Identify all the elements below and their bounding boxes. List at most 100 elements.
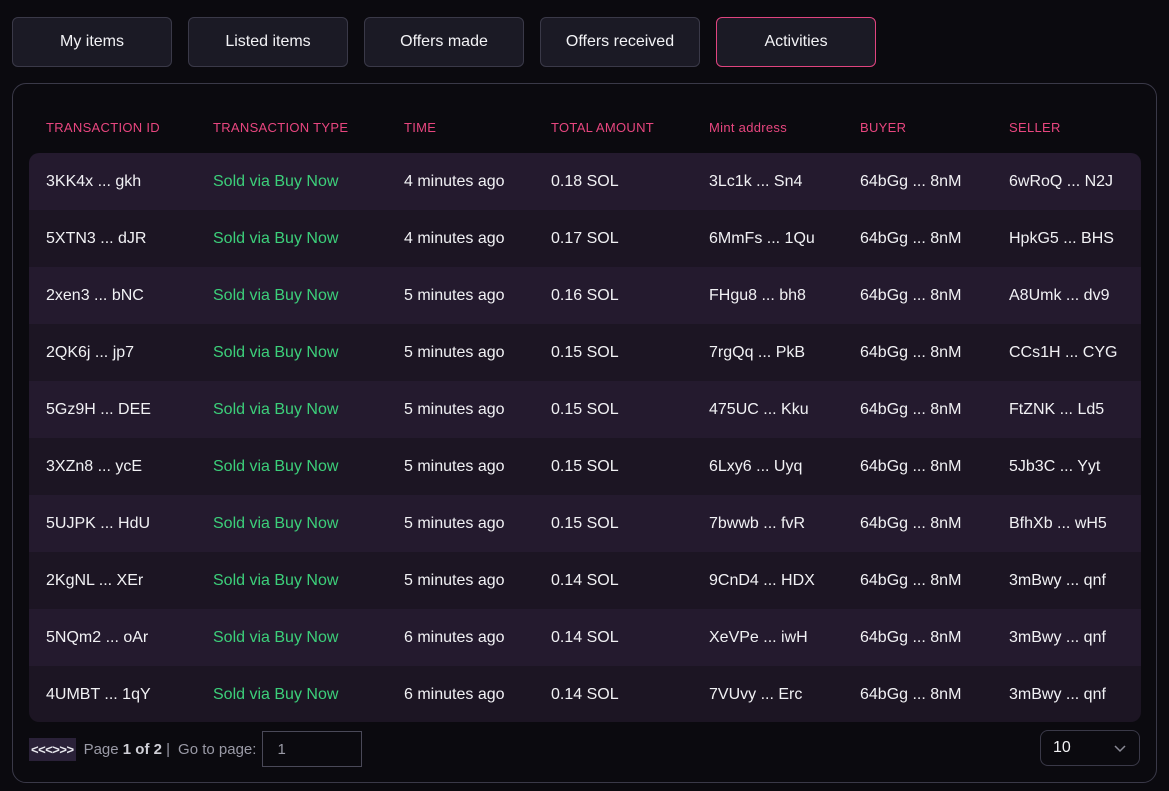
table-row[interactable]: 5UJPK ... HdU Sold via Buy Now 5 minutes a… <box>29 495 1141 552</box>
tab-offers-made[interactable]: Offers made <box>364 17 524 67</box>
time-cell: 4 minutes ago <box>404 172 505 190</box>
buyer-cell: 64bGg ... 8nM <box>860 400 962 418</box>
page-status: Page 1 of 2 | <box>84 741 170 758</box>
page-size-value: 10 <box>1053 739 1071 756</box>
seller-cell: CCs1H ... CYG <box>1009 343 1118 361</box>
transaction-type-cell: Sold via Buy Now <box>213 514 339 532</box>
total-amount-cell: 0.15 SOL <box>551 457 619 475</box>
transaction-id-cell: 3KK4x ... gkh <box>46 172 142 190</box>
transaction-id-cell: 5NQm2 ... oAr <box>46 628 149 646</box>
transaction-type-cell: Sold via Buy Now <box>213 685 339 703</box>
total-amount-cell: 0.14 SOL <box>551 628 619 646</box>
seller-cell: BfhXb ... wH5 <box>1009 514 1107 532</box>
page-size-select[interactable]: 10 <box>1040 730 1140 766</box>
table-row[interactable]: 5NQm2 ... oAr Sold via Buy Now 6 minutes a… <box>29 609 1141 666</box>
mint-address-cell: 7VUvy ... Erc <box>709 685 803 703</box>
chevron-down-icon <box>1114 745 1126 753</box>
goto-page-input[interactable] <box>262 731 363 767</box>
mint-address-cell: 3Lc1k ... Sn4 <box>709 172 803 190</box>
total-amount-cell: 0.15 SOL <box>551 343 619 361</box>
seller-cell: 5Jb3C ... Yyt <box>1009 457 1101 475</box>
transaction-type-cell: Sold via Buy Now <box>213 229 339 247</box>
transaction-id-cell: 3XZn8 ... ycE <box>46 457 143 475</box>
transaction-id-cell: 5UJPK ... HdU <box>46 514 151 532</box>
mint-address-cell: 475UC ... Kku <box>709 400 809 418</box>
total-amount-cell: 0.18 SOL <box>551 172 619 190</box>
seller-cell: 3mBwy ... qnf <box>1009 685 1106 703</box>
buyer-cell: 64bGg ... 8nM <box>860 457 962 475</box>
time-cell: 6 minutes ago <box>404 685 505 703</box>
tab-offers-received[interactable]: Offers received <box>540 17 700 67</box>
buyer-cell: 64bGg ... 8nM <box>860 685 962 703</box>
tab-my-items[interactable]: My items <box>12 17 172 67</box>
table-body: 3KK4x ... gkh Sold via Buy Now 4 minutes a… <box>29 153 1141 722</box>
total-amount-cell: 0.16 SOL <box>551 286 619 304</box>
tab-activities[interactable]: Activities <box>716 17 876 67</box>
total-amount-cell: 0.17 SOL <box>551 229 619 247</box>
transaction-type-cell: Sold via Buy Now <box>213 400 339 418</box>
transaction-id-cell: 5Gz9H ... DEE <box>46 400 151 418</box>
col-time-header: TIME <box>404 120 437 135</box>
seller-cell: 6wRoQ ... N2J <box>1009 172 1114 190</box>
seller-cell: 3mBwy ... qnf <box>1009 571 1106 589</box>
total-amount-cell: 0.14 SOL <box>551 685 619 703</box>
page-separator: | <box>166 740 171 758</box>
total-amount-cell: 0.15 SOL <box>551 400 619 418</box>
next-page-button[interactable]: > <box>52 742 60 757</box>
time-cell: 4 minutes ago <box>404 229 505 247</box>
seller-cell: FtZNK ... Ld5 <box>1009 400 1105 418</box>
buyer-cell: 64bGg ... 8nM <box>860 286 962 304</box>
activities-panel: TRANSACTION ID TRANSACTION TYPE TIME TOTAL … <box>12 83 1157 783</box>
transaction-type-cell: Sold via Buy Now <box>213 571 339 589</box>
goto-label: Go to page: <box>178 740 257 758</box>
tab-bar: My items Listed items Offers made Offers re… <box>12 17 876 67</box>
table-row[interactable]: 3XZn8 ... ycE Sold via Buy Now 5 minutes a… <box>29 438 1141 495</box>
table-row[interactable]: 2KgNL ... XEr Sold via Buy Now 5 minutes a… <box>29 552 1141 609</box>
transaction-id-cell: 5XTN3 ... dJR <box>46 229 147 247</box>
table-row[interactable]: 2QK6j ... jp7 Sold via Buy Now 5 minutes a… <box>29 324 1141 381</box>
total-amount-cell: 0.14 SOL <box>551 571 619 589</box>
transaction-id-cell: 2KgNL ... XEr <box>46 571 144 589</box>
transaction-type-cell: Sold via Buy Now <box>213 286 339 304</box>
buyer-cell: 64bGg ... 8nM <box>860 229 962 247</box>
mint-address-cell: XeVPe ... iwH <box>709 628 808 646</box>
table-row[interactable]: 5Gz9H ... DEE Sold via Buy Now 5 minutes a… <box>29 381 1141 438</box>
page-number: 1 of 2 <box>122 740 162 758</box>
seller-cell: 3mBwy ... qnf <box>1009 628 1106 646</box>
seller-cell: HpkG5 ... BHS <box>1009 229 1114 247</box>
buyer-cell: 64bGg ... 8nM <box>860 172 962 190</box>
table-row[interactable]: 3KK4x ... gkh Sold via Buy Now 4 minutes a… <box>29 153 1141 210</box>
mint-address-cell: 7bwwb ... fvR <box>709 514 806 532</box>
col-transaction-type-header: TRANSACTION TYPE <box>213 120 349 135</box>
prev-page-button[interactable]: < <box>45 742 53 757</box>
transaction-type-cell: Sold via Buy Now <box>213 628 339 646</box>
mint-address-cell: 7rgQq ... PkB <box>709 343 806 361</box>
seller-cell: A8Umk ... dv9 <box>1009 286 1110 304</box>
transaction-id-cell: 4UMBT ... 1qY <box>46 685 151 703</box>
transaction-id-cell: 2xen3 ... bNC <box>46 286 144 304</box>
time-cell: 5 minutes ago <box>404 571 505 589</box>
mint-address-cell: 9CnD4 ... HDX <box>709 571 815 589</box>
time-cell: 5 minutes ago <box>404 343 505 361</box>
time-cell: 5 minutes ago <box>404 514 505 532</box>
transaction-type-cell: Sold via Buy Now <box>213 172 339 190</box>
time-cell: 5 minutes ago <box>404 457 505 475</box>
col-transaction-id-header: TRANSACTION ID <box>46 120 160 135</box>
table-row[interactable]: 4UMBT ... 1qY Sold via Buy Now 6 minutes a… <box>29 666 1141 722</box>
first-page-button[interactable]: << <box>31 742 46 757</box>
table-header: TRANSACTION ID TRANSACTION TYPE TIME TOTAL … <box>13 84 1156 154</box>
tab-listed-items[interactable]: Listed items <box>188 17 348 67</box>
pagination: << < > >> Page 1 of 2 | Go to page: <box>29 731 363 767</box>
table-row[interactable]: 2xen3 ... bNC Sold via Buy Now 5 minutes a… <box>29 267 1141 324</box>
buyer-cell: 64bGg ... 8nM <box>860 571 962 589</box>
last-page-button[interactable]: >> <box>59 742 74 757</box>
mint-address-cell: FHgu8 ... bh8 <box>709 286 806 304</box>
table-row[interactable]: 5XTN3 ... dJR Sold via Buy Now 4 minutes a… <box>29 210 1141 267</box>
buyer-cell: 64bGg ... 8nM <box>860 628 962 646</box>
total-amount-cell: 0.15 SOL <box>551 514 619 532</box>
pager-nav-buttons: << < > >> <box>29 737 76 761</box>
buyer-cell: 64bGg ... 8nM <box>860 514 962 532</box>
transaction-type-cell: Sold via Buy Now <box>213 343 339 361</box>
transaction-id-cell: 2QK6j ... jp7 <box>46 343 135 361</box>
time-cell: 5 minutes ago <box>404 400 505 418</box>
